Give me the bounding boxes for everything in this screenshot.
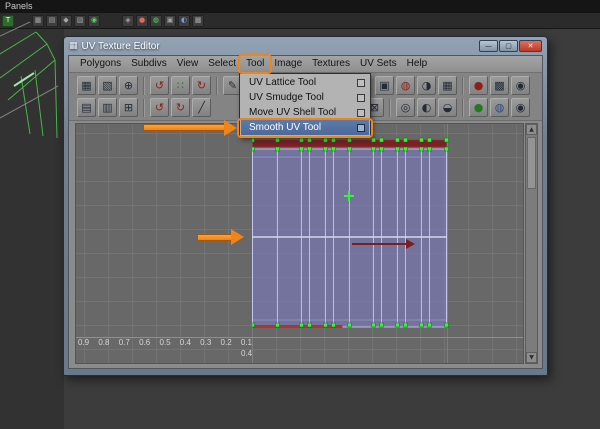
texture-checker-icon[interactable]: ▩ bbox=[490, 76, 509, 95]
paste-uvs-icon[interactable]: ▥ bbox=[98, 98, 117, 117]
window-title: UV Texture Editor bbox=[81, 40, 160, 52]
toolbar-separator bbox=[462, 76, 464, 95]
toolbar-gap bbox=[16, 20, 30, 21]
tool-options-box[interactable] bbox=[357, 93, 366, 102]
render-settings-icon[interactable]: ▣ bbox=[164, 14, 176, 27]
rotate-selected-cw-icon[interactable]: ↻ bbox=[171, 98, 190, 117]
copy-uvs-icon[interactable]: ▤ bbox=[77, 98, 96, 117]
filtered-image-icon[interactable]: ◍ bbox=[396, 76, 415, 95]
menu-image[interactable]: Image bbox=[269, 56, 307, 72]
rotate-uvs-ccw-icon[interactable]: ↺ bbox=[150, 76, 169, 95]
menu-tool[interactable]: Tool bbox=[241, 56, 269, 72]
menu-help[interactable]: Help bbox=[402, 56, 433, 72]
texture-sphere-icon[interactable]: ◉ bbox=[511, 76, 530, 95]
paint-effects-icon[interactable]: ◐ bbox=[178, 14, 190, 27]
toolbar-gap bbox=[102, 20, 120, 21]
tool-options-box[interactable] bbox=[357, 123, 366, 132]
texture-red-icon[interactable]: ● bbox=[469, 76, 488, 95]
hypershade-icon[interactable]: ▩ bbox=[192, 14, 204, 27]
maximize-button[interactable]: ▢ bbox=[499, 40, 518, 52]
menu-item-label: Move UV Shell Tool bbox=[249, 107, 337, 118]
axis-label: 0.4 bbox=[179, 338, 191, 347]
close-button[interactable]: ✕ bbox=[519, 40, 542, 52]
render-icon[interactable]: ● bbox=[136, 14, 148, 27]
canvas-wrap: 0.9 0.8 0.7 0.6 0.5 0.4 0.3 0.2 0.1 0.4 ▲ ▼ bbox=[75, 123, 538, 364]
rotate-selected-ccw-icon[interactable]: ↺ bbox=[150, 98, 169, 117]
viewport-background bbox=[0, 29, 64, 429]
add-to-isolate-icon[interactable]: ◐ bbox=[417, 98, 436, 117]
menu-view[interactable]: View bbox=[172, 56, 204, 72]
u-axis-labels: 0.9 0.8 0.7 0.6 0.5 0.4 0.3 0.2 0.1 bbox=[78, 338, 252, 347]
tool-menu-item-uv-lattice-tool[interactable]: UV Lattice Tool bbox=[241, 75, 369, 90]
menu-item-label: UV Lattice Tool bbox=[249, 77, 317, 88]
uv-smudge-tool-icon[interactable]: ▧ bbox=[98, 76, 117, 95]
maya-screen: Panels T ▦ ▤ ◆ ▧ ◉ ◈ ● ◍ ▣ ◐ ▩ ▦ UV Texture Editor … bbox=[0, 0, 600, 429]
menu-uv-sets[interactable]: UV Sets bbox=[355, 56, 402, 72]
window-controls: — ▢ ✕ bbox=[479, 40, 542, 52]
axis-label: 0.3 bbox=[200, 338, 212, 347]
scroll-down-button[interactable]: ▼ bbox=[526, 352, 537, 363]
snap-grid-icon[interactable]: ▦ bbox=[32, 14, 44, 27]
isolate-select-icon[interactable]: ◎ bbox=[396, 98, 415, 117]
snap-point-icon[interactable]: ◆ bbox=[60, 14, 72, 27]
axis-label: 0.9 bbox=[78, 338, 90, 347]
tool-menu-item-smooth-uv-tool[interactable]: Smooth UV Tool bbox=[241, 120, 370, 135]
scroll-thumb[interactable] bbox=[527, 137, 536, 189]
toolbar-separator bbox=[143, 76, 145, 95]
menu-polygons[interactable]: Polygons bbox=[75, 56, 126, 72]
texture-borders-icon[interactable]: ◉ bbox=[511, 98, 530, 117]
view-grid-icon[interactable]: ▦ bbox=[438, 76, 457, 95]
panels-label[interactable]: Panels bbox=[5, 1, 33, 11]
remove-from-isolate-icon[interactable]: ◒ bbox=[438, 98, 457, 117]
axis-label: 0.7 bbox=[118, 338, 130, 347]
scroll-up-button[interactable]: ▲ bbox=[526, 124, 537, 135]
shaded-uvs-icon[interactable]: ● bbox=[469, 98, 488, 117]
toggle-ui-icon[interactable]: T bbox=[2, 14, 14, 27]
uv-lattice-tool-icon[interactable]: ▦ bbox=[77, 76, 96, 95]
minimize-button[interactable]: — bbox=[479, 40, 498, 52]
menu-bar: Polygons Subdivs View Select Tool Image Textur… bbox=[69, 56, 542, 73]
toolbar-separator bbox=[462, 98, 464, 117]
vertical-scrollbar[interactable]: ▲ ▼ bbox=[525, 123, 538, 364]
title-bar[interactable]: ▦ UV Texture Editor — ▢ ✕ bbox=[68, 37, 543, 55]
uv-canvas[interactable]: 0.9 0.8 0.7 0.6 0.5 0.4 0.3 0.2 0.1 0.4 bbox=[75, 123, 524, 364]
tool-menu-item-uv-smudge-tool[interactable]: UV Smudge Tool bbox=[241, 90, 369, 105]
panels-menu[interactable]: Panels bbox=[0, 0, 600, 13]
axis-label: 0.2 bbox=[220, 338, 232, 347]
quick-toolbar: T ▦ ▤ ◆ ▧ ◉ ◈ ● ◍ ▣ ◐ ▩ bbox=[0, 13, 600, 29]
menu-textures[interactable]: Textures bbox=[307, 56, 355, 72]
axis-label: 0.6 bbox=[139, 338, 151, 347]
scroll-track[interactable] bbox=[526, 191, 537, 352]
snap-plane-icon[interactable]: ▧ bbox=[74, 14, 86, 27]
history-icon[interactable]: ◈ bbox=[122, 14, 134, 27]
toolbar-separator bbox=[389, 98, 391, 117]
menu-item-label: UV Smudge Tool bbox=[249, 92, 324, 103]
dim-image-icon[interactable]: ◑ bbox=[417, 76, 436, 95]
tool-menu-dropdown: UV Lattice Tool UV Smudge Tool Move UV She… bbox=[239, 73, 372, 137]
ipr-render-icon[interactable]: ◍ bbox=[150, 14, 162, 27]
axis-origin-label: 0.4 bbox=[241, 349, 253, 358]
toolbar-separator bbox=[143, 98, 145, 117]
make-live-icon[interactable]: ◉ bbox=[88, 14, 100, 27]
flip-uvs-icon[interactable]: ∷ bbox=[171, 76, 190, 95]
toolbar-separator bbox=[216, 76, 218, 95]
separate-uvs-icon[interactable]: ╱ bbox=[192, 98, 211, 117]
axis-label: 0.1 bbox=[240, 338, 252, 347]
tool-options-box[interactable] bbox=[357, 78, 366, 87]
move-uv-shell-tool-icon[interactable]: ⊕ bbox=[119, 76, 138, 95]
tool-options-box[interactable] bbox=[357, 108, 366, 117]
menu-item-label: Smooth UV Tool bbox=[249, 122, 322, 133]
menu-subdivs[interactable]: Subdivs bbox=[126, 56, 172, 72]
menu-select[interactable]: Select bbox=[203, 56, 241, 72]
rotate-uvs-cw-icon[interactable]: ↻ bbox=[192, 76, 211, 95]
snap-curve-icon[interactable]: ▤ bbox=[46, 14, 58, 27]
window-icon: ▦ bbox=[69, 41, 78, 51]
uv-shell-mesh[interactable] bbox=[252, 136, 450, 336]
paste-u-v-icon[interactable]: ⊞ bbox=[119, 98, 138, 117]
display-image-icon[interactable]: ▣ bbox=[375, 76, 394, 95]
axis-label: 0.8 bbox=[98, 338, 110, 347]
tool-menu-item-move-uv-shell-tool[interactable]: Move UV Shell Tool bbox=[241, 105, 369, 120]
axis-label: 0.5 bbox=[159, 338, 171, 347]
distortion-icon[interactable]: ◍ bbox=[490, 98, 509, 117]
